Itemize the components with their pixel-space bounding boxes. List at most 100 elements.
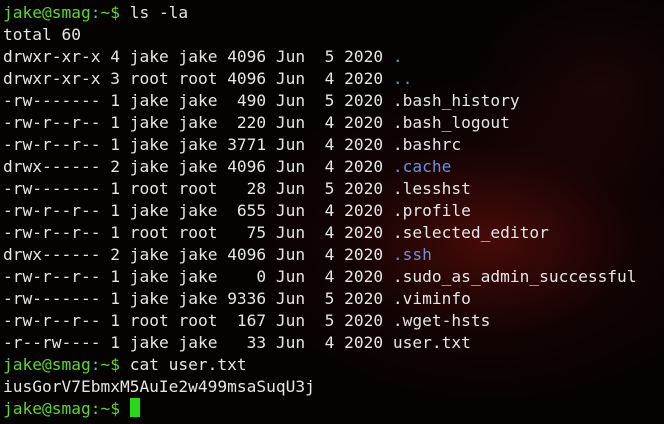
command-line-cat: jake@smag:~$ cat user.txt: [3, 354, 664, 376]
year: 2020: [344, 69, 384, 88]
group: jake: [178, 289, 218, 308]
month: Jun: [275, 69, 306, 88]
link-count: 2: [110, 245, 120, 264]
year: 2020: [344, 91, 384, 110]
owner: jake: [129, 333, 169, 352]
file-size: 4096: [227, 157, 267, 176]
permissions: -rw-r--r--: [3, 267, 101, 286]
terminal-output: jake@smag:~$ ls -la total 60 drwxr-xr-x …: [3, 2, 664, 420]
permissions: drwx------: [3, 157, 101, 176]
file-size: 4096: [227, 47, 267, 66]
listing-row: -rw-r--r-- 1 jake jake 655 Jun 4 2020 .p…: [3, 200, 664, 222]
day: 5: [314, 91, 335, 110]
directory-name: .ssh: [392, 245, 432, 264]
owner: jake: [129, 47, 169, 66]
prompt: jake@smag:~$: [3, 3, 120, 22]
file-size: 3771: [227, 135, 267, 154]
day: 4: [314, 267, 335, 286]
permissions: -r--rw----: [3, 333, 101, 352]
group: jake: [178, 245, 218, 264]
listing-row: -r--rw---- 1 jake jake 33 Jun 4 2020 use…: [3, 332, 664, 354]
command-text: ls -la: [129, 3, 189, 22]
file-size: 655: [227, 201, 267, 220]
month: Jun: [275, 179, 306, 198]
link-count: 1: [110, 289, 120, 308]
day: 4: [314, 333, 335, 352]
link-count: 1: [110, 201, 120, 220]
owner: root: [129, 311, 169, 330]
file-size: 490: [227, 91, 267, 110]
month: Jun: [275, 113, 306, 132]
group: root: [178, 69, 218, 88]
group: jake: [178, 157, 218, 176]
owner: jake: [129, 91, 169, 110]
file-size: 220: [227, 113, 267, 132]
year: 2020: [344, 333, 384, 352]
group: jake: [178, 201, 218, 220]
day: 4: [314, 135, 335, 154]
group: jake: [178, 333, 218, 352]
month: Jun: [275, 91, 306, 110]
file-name: user.txt: [392, 333, 471, 352]
month: Jun: [275, 267, 306, 286]
permissions: -rw-------: [3, 91, 101, 110]
link-count: 1: [110, 223, 120, 242]
user-flag-output: iusGorV7EbmxM5AuIe2w499msaSuqU3j: [3, 377, 315, 396]
file-size: 33: [227, 333, 267, 352]
directory-name: ..: [392, 69, 413, 88]
link-count: 1: [110, 179, 120, 198]
permissions: -rw-r--r--: [3, 311, 101, 330]
year: 2020: [344, 135, 384, 154]
permissions: -rw-r--r--: [3, 223, 101, 242]
link-count: 1: [110, 333, 120, 352]
link-count: 1: [110, 311, 120, 330]
file-name: .wget-hsts: [392, 311, 491, 330]
group: jake: [178, 47, 218, 66]
listing-row: -rw-r--r-- 1 jake jake 3771 Jun 4 2020 .…: [3, 134, 664, 156]
year: 2020: [344, 179, 384, 198]
group: jake: [178, 113, 218, 132]
month: Jun: [275, 223, 306, 242]
terminal-window[interactable]: jake@smag:~$ ls -la total 60 drwxr-xr-x …: [0, 0, 664, 424]
prompt: jake@smag:~$: [3, 355, 120, 374]
day: 4: [314, 223, 335, 242]
day: 4: [314, 69, 335, 88]
total-line: total 60: [3, 25, 81, 44]
listing-row: -rw-r--r-- 1 jake jake 220 Jun 4 2020 .b…: [3, 112, 664, 134]
permissions: -rw-------: [3, 289, 101, 308]
link-count: 1: [110, 91, 120, 110]
listing-row: -rw------- 1 jake jake 9336 Jun 5 2020 .…: [3, 288, 664, 310]
owner: jake: [129, 267, 169, 286]
day: 5: [314, 311, 335, 330]
month: Jun: [275, 333, 306, 352]
text-cursor[interactable]: [129, 398, 140, 417]
year: 2020: [344, 245, 384, 264]
permissions: drwx------: [3, 245, 101, 264]
month: Jun: [275, 201, 306, 220]
owner: root: [129, 223, 169, 242]
owner: root: [129, 179, 169, 198]
file-size: 167: [227, 311, 267, 330]
day: 5: [314, 47, 335, 66]
permissions: -rw-r--r--: [3, 201, 101, 220]
listing-row: -rw------- 1 jake jake 490 Jun 5 2020 .b…: [3, 90, 664, 112]
file-size: 0: [227, 267, 267, 286]
group: jake: [178, 267, 218, 286]
listing-row: drwx------ 2 jake jake 4096 Jun 4 2020 .…: [3, 156, 664, 178]
owner: jake: [129, 245, 169, 264]
link-count: 3: [110, 69, 120, 88]
command-line-ls: jake@smag:~$ ls -la: [3, 2, 664, 24]
month: Jun: [275, 311, 306, 330]
permissions: drwxr-xr-x: [3, 69, 101, 88]
permissions: -rw-------: [3, 179, 101, 198]
listing-row: -rw------- 1 root root 28 Jun 5 2020 .le…: [3, 178, 664, 200]
file-size: 75: [227, 223, 267, 242]
command-line-current[interactable]: jake@smag:~$: [3, 398, 664, 420]
directory-listing: drwxr-xr-x 4 jake jake 4096 Jun 5 2020 .…: [3, 46, 664, 354]
year: 2020: [344, 113, 384, 132]
month: Jun: [275, 157, 306, 176]
permissions: drwxr-xr-x: [3, 47, 101, 66]
owner: jake: [129, 157, 169, 176]
year: 2020: [344, 289, 384, 308]
listing-row: drwx------ 2 jake jake 4096 Jun 4 2020 .…: [3, 244, 664, 266]
